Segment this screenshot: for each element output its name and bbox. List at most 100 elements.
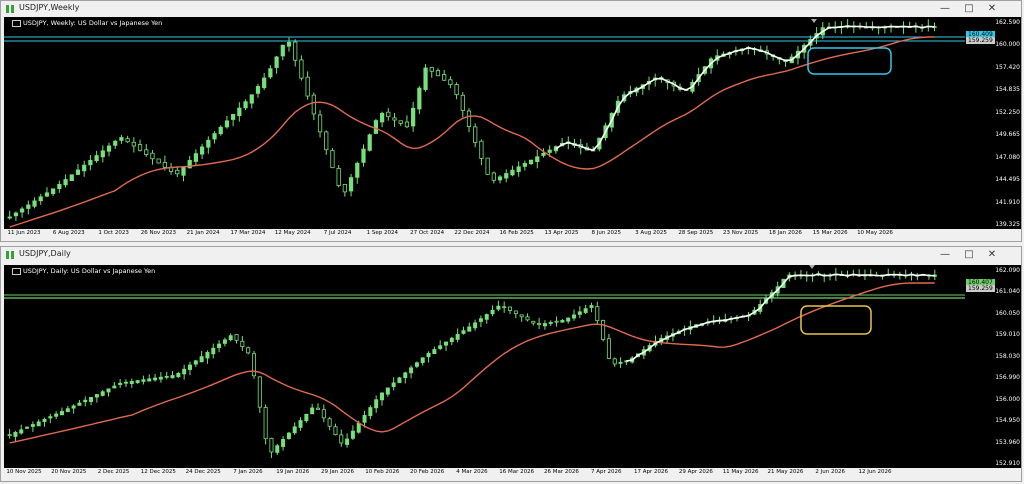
candle-body bbox=[255, 86, 261, 94]
close-button[interactable]: ✕ bbox=[984, 248, 1000, 262]
candle-body bbox=[224, 120, 230, 128]
candle-body bbox=[237, 107, 242, 117]
minimize-button[interactable]: — bbox=[937, 2, 953, 16]
candle-body bbox=[420, 357, 425, 363]
candle-body bbox=[100, 391, 105, 396]
weekly-candles-svg bbox=[4, 19, 965, 228]
close-button[interactable]: ✕ bbox=[984, 2, 1000, 16]
candle-body bbox=[147, 378, 152, 382]
candle-body bbox=[442, 74, 447, 81]
time-tick-label: 22 Dec 2024 bbox=[454, 230, 490, 236]
candle-body bbox=[589, 305, 594, 308]
candle-body bbox=[548, 322, 553, 324]
time-tick-label: 7 Jul 2024 bbox=[323, 230, 352, 236]
time-tick-label: 23 Nov 2025 bbox=[723, 230, 759, 236]
candle-body bbox=[263, 407, 268, 440]
daily-chart-area[interactable]: USDJPY, Daily: US Dollar vs Japanese Yen bbox=[4, 265, 965, 468]
daily-titlebar[interactable]: USDJPY,Daily — □ ✕ bbox=[1, 247, 1021, 263]
candle-body bbox=[560, 320, 565, 323]
candle-body bbox=[404, 121, 410, 128]
candle-body bbox=[484, 314, 489, 320]
candle-body bbox=[218, 126, 223, 135]
daily-candles-svg bbox=[4, 265, 965, 458]
weekly-titlebar[interactable]: USDJPY,Weekly — □ ✕ bbox=[1, 1, 1021, 17]
candle-body bbox=[467, 326, 472, 332]
candle-body bbox=[298, 420, 303, 428]
time-tick-label: 11 Jun 2023 bbox=[7, 230, 41, 236]
candle-body bbox=[100, 150, 105, 158]
price-tick-label: 160.000 bbox=[995, 41, 1020, 49]
candle-body bbox=[449, 337, 454, 343]
candle-body bbox=[519, 314, 524, 318]
highlight-box bbox=[800, 305, 872, 335]
candle-body bbox=[135, 380, 140, 384]
candle-body bbox=[510, 169, 515, 176]
candle-body bbox=[275, 445, 280, 453]
candle-body bbox=[292, 426, 297, 434]
candle-body bbox=[361, 148, 366, 163]
candle-body bbox=[112, 385, 117, 389]
candle-body bbox=[606, 338, 611, 359]
time-tick-label: 6 Aug 2023 bbox=[52, 230, 85, 236]
candle-body bbox=[57, 183, 62, 190]
candle-body bbox=[65, 408, 70, 413]
candle-body bbox=[432, 349, 437, 354]
candle-body bbox=[385, 387, 390, 395]
candle-body bbox=[13, 212, 19, 217]
candle-body bbox=[342, 183, 347, 193]
candle-body bbox=[187, 364, 192, 370]
time-tick-label: 12 May 2024 bbox=[274, 230, 311, 236]
candle-body bbox=[63, 179, 68, 186]
time-tick-label: 21 May 2026 bbox=[767, 469, 804, 475]
time-tick-label: 1 Oct 2023 bbox=[98, 230, 129, 236]
candle-body bbox=[496, 305, 501, 310]
price-tick-label: 157.420 bbox=[995, 63, 1020, 71]
candle-body bbox=[513, 310, 518, 314]
candle-body bbox=[461, 330, 466, 334]
time-tick-label: 16 Mar 2026 bbox=[499, 469, 535, 475]
candle-body bbox=[398, 120, 403, 124]
candle-body bbox=[123, 381, 128, 384]
symbol-flag-icon bbox=[12, 267, 21, 275]
candle-body bbox=[234, 334, 239, 341]
candle-body bbox=[286, 41, 292, 47]
candle-body bbox=[612, 358, 617, 365]
candle-body bbox=[83, 399, 88, 403]
price-tick-label: 156.000 bbox=[995, 395, 1020, 403]
weekly-chart-area[interactable]: USDJPY, Weekly: US Dollar vs Japanese Ye… bbox=[4, 17, 965, 229]
candle-body bbox=[336, 168, 341, 186]
candle-body bbox=[531, 320, 536, 324]
candle-body bbox=[566, 317, 571, 322]
candle-body bbox=[454, 84, 459, 96]
candle-body bbox=[386, 111, 391, 118]
candle-body bbox=[137, 144, 143, 151]
candle-body bbox=[274, 56, 279, 68]
time-tick-label: 27 Oct 2024 bbox=[410, 230, 445, 236]
candle-body bbox=[373, 120, 379, 134]
weekly-window-title: USDJPY,Weekly bbox=[19, 3, 80, 12]
minimize-button[interactable]: — bbox=[937, 248, 953, 262]
daily-chart-window[interactable]: USDJPY,Daily — □ ✕ USDJPY, Daily: US Dol… bbox=[0, 246, 1022, 482]
candle-body bbox=[88, 159, 93, 166]
candle-body bbox=[156, 158, 161, 164]
weekly-chart-window[interactable]: USDJPY,Weekly — □ ✕ USDJPY, Weekly: US D… bbox=[0, 0, 1022, 242]
candle-body bbox=[25, 426, 30, 429]
candle-body bbox=[131, 141, 136, 147]
time-tick-label: 10 Feb 2026 bbox=[365, 469, 400, 475]
candle-body bbox=[466, 110, 472, 127]
daily-price-axis[interactable]: 162.090 161.040 160.050 159.010 158.030 156.9… bbox=[965, 265, 1021, 468]
daily-symbol-text: USDJPY, Daily: US Dollar vs Japanese Yen bbox=[23, 267, 156, 275]
candle-body bbox=[355, 162, 360, 178]
price-tick-label: 161.040 bbox=[995, 288, 1020, 296]
maximize-button[interactable]: □ bbox=[961, 248, 977, 262]
candle-body bbox=[528, 159, 534, 165]
candle-body bbox=[392, 117, 397, 121]
candle-body bbox=[397, 377, 402, 384]
time-tick-label: 3 Aug 2025 bbox=[635, 230, 667, 236]
candle-body bbox=[577, 311, 582, 315]
weekly-price-axis[interactable]: 162.590 160.000 157.420 154.835 152.250 149.6… bbox=[965, 17, 1021, 229]
price-tick-label: 144.495 bbox=[995, 176, 1020, 184]
maximize-button[interactable]: □ bbox=[961, 2, 977, 16]
swing-line bbox=[555, 25, 935, 152]
candle-body bbox=[7, 434, 12, 437]
